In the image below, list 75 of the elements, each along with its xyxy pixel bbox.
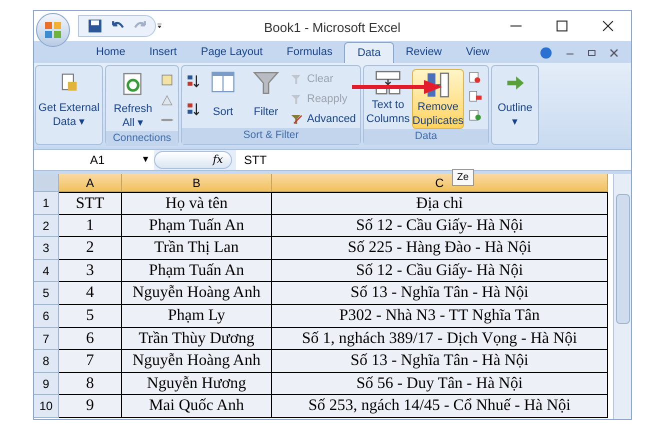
column-header[interactable]: A [59, 174, 122, 192]
column-header[interactable]: B [122, 174, 272, 192]
table-cell: Phạm Tuấn An [122, 214, 272, 238]
table-cell: Nguyễn Hoàng Anh [122, 282, 272, 305]
table-cell: 5 [59, 304, 122, 328]
name-box[interactable]: A1 ▼ [34, 150, 154, 170]
row-header[interactable]: 2 [34, 214, 59, 238]
table-cell: Trần Thùy Dương [122, 328, 272, 350]
table-cell: 7 [59, 350, 122, 373]
vertical-scrollbar[interactable] [613, 174, 631, 419]
table-cell: Số 12 - Cầu Giấy- Hà Nội [272, 260, 608, 282]
tooltip: Ze [452, 169, 474, 186]
group-label: Connections [106, 130, 178, 146]
formula-field[interactable]: STT [236, 150, 631, 170]
table-cell: Số 225 - Hàng Đào - Hà Nội [272, 237, 608, 260]
table-cell: Phạm Ly [122, 304, 272, 328]
reapply-filter-icon [290, 92, 303, 106]
advanced-filter-icon [290, 112, 303, 126]
table-cell: Địa chỉ [272, 192, 608, 215]
refresh-all-button[interactable]: Refresh All ▾ [110, 71, 156, 130]
table-cell: P302 - Nhà N3 - TT Nghĩa Tân [272, 304, 608, 328]
table-cell: STT [59, 192, 122, 215]
table-cell: 6 [59, 328, 122, 350]
close-icon [601, 19, 615, 33]
group-label: Sort & Filter [182, 128, 360, 144]
row-header[interactable]: 8 [34, 350, 59, 373]
ribbon-tab[interactable]: Insert [137, 42, 189, 63]
row-header[interactable]: 9 [34, 372, 59, 396]
table-cell: 2 [59, 237, 122, 260]
save-icon [87, 18, 103, 34]
table-cell: Phạm Tuấn An [122, 260, 272, 282]
ribbon-tab[interactable]: Review [394, 42, 454, 63]
office-button[interactable] [36, 13, 70, 47]
sort-icon [210, 70, 236, 94]
ribbon-tab[interactable]: Formulas [274, 42, 344, 63]
sort-button[interactable]: Sort [206, 70, 240, 120]
row-header[interactable]: 4 [34, 260, 59, 282]
table-cell: Số 1, nghách 389/17 - Dịch Vọng - Hà Nội [272, 328, 608, 350]
table-cell: Họ và tên [122, 192, 272, 215]
table-cell: Nguyễn Hoàng Anh [122, 350, 272, 373]
ribbon-tab[interactable]: View [454, 42, 502, 63]
restore-icon [587, 48, 597, 58]
table-cell: Số 12 - Cầu Giấy- Hà Nội [272, 214, 608, 238]
ribbon-button[interactable]: Advanced [288, 110, 358, 128]
filter-button[interactable]: Filter [248, 70, 284, 120]
row-header[interactable]: 6 [34, 304, 59, 328]
row-header[interactable]: 1 [34, 192, 59, 215]
ribbon-tab[interactable]: Home [84, 42, 138, 63]
row-header[interactable]: 7 [34, 328, 59, 350]
table-cell: Số 253, ngách 14/45 - Cổ Nhuế - Hà Nội [272, 395, 608, 418]
table-cell: Số 13 - Nghĩa Tân - Hà Nội [272, 350, 608, 373]
table-cell: 4 [59, 282, 122, 305]
remove-duplicates-button[interactable]: Remove Duplicates [412, 69, 464, 129]
row-header[interactable]: 5 [34, 282, 59, 305]
table-cell: 1 [59, 214, 122, 238]
table-cell: Nguyễn Hương [122, 372, 272, 396]
insert-function-button[interactable]: fx [212, 152, 223, 168]
group-label: Data [364, 129, 488, 145]
row-header[interactable]: 10 [34, 395, 59, 418]
funnel-icon [252, 70, 280, 96]
close-icon [609, 48, 619, 58]
ribbon-tab[interactable]: Page Layout [188, 42, 275, 63]
clear-filter-icon [290, 72, 303, 86]
office-logo-icon [43, 20, 63, 40]
maximize-icon [555, 19, 569, 33]
table-cell: 8 [59, 372, 122, 396]
window-title: Book1 - Microsoft Excel [264, 19, 401, 37]
table-cell: 9 [59, 395, 122, 418]
ribbon-tab[interactable]: Data [344, 42, 394, 63]
table-cell: Trần Thị Lan [122, 237, 272, 260]
table-cell: Số 56 - Duy Tân - Hà Nội [272, 372, 608, 396]
table-cell: Mai Quốc Anh [122, 395, 272, 418]
table-cell: 3 [59, 260, 122, 282]
row-header[interactable]: 3 [34, 237, 59, 260]
table-cell: Số 13 - Nghĩa Tân - Hà Nội [272, 282, 608, 305]
